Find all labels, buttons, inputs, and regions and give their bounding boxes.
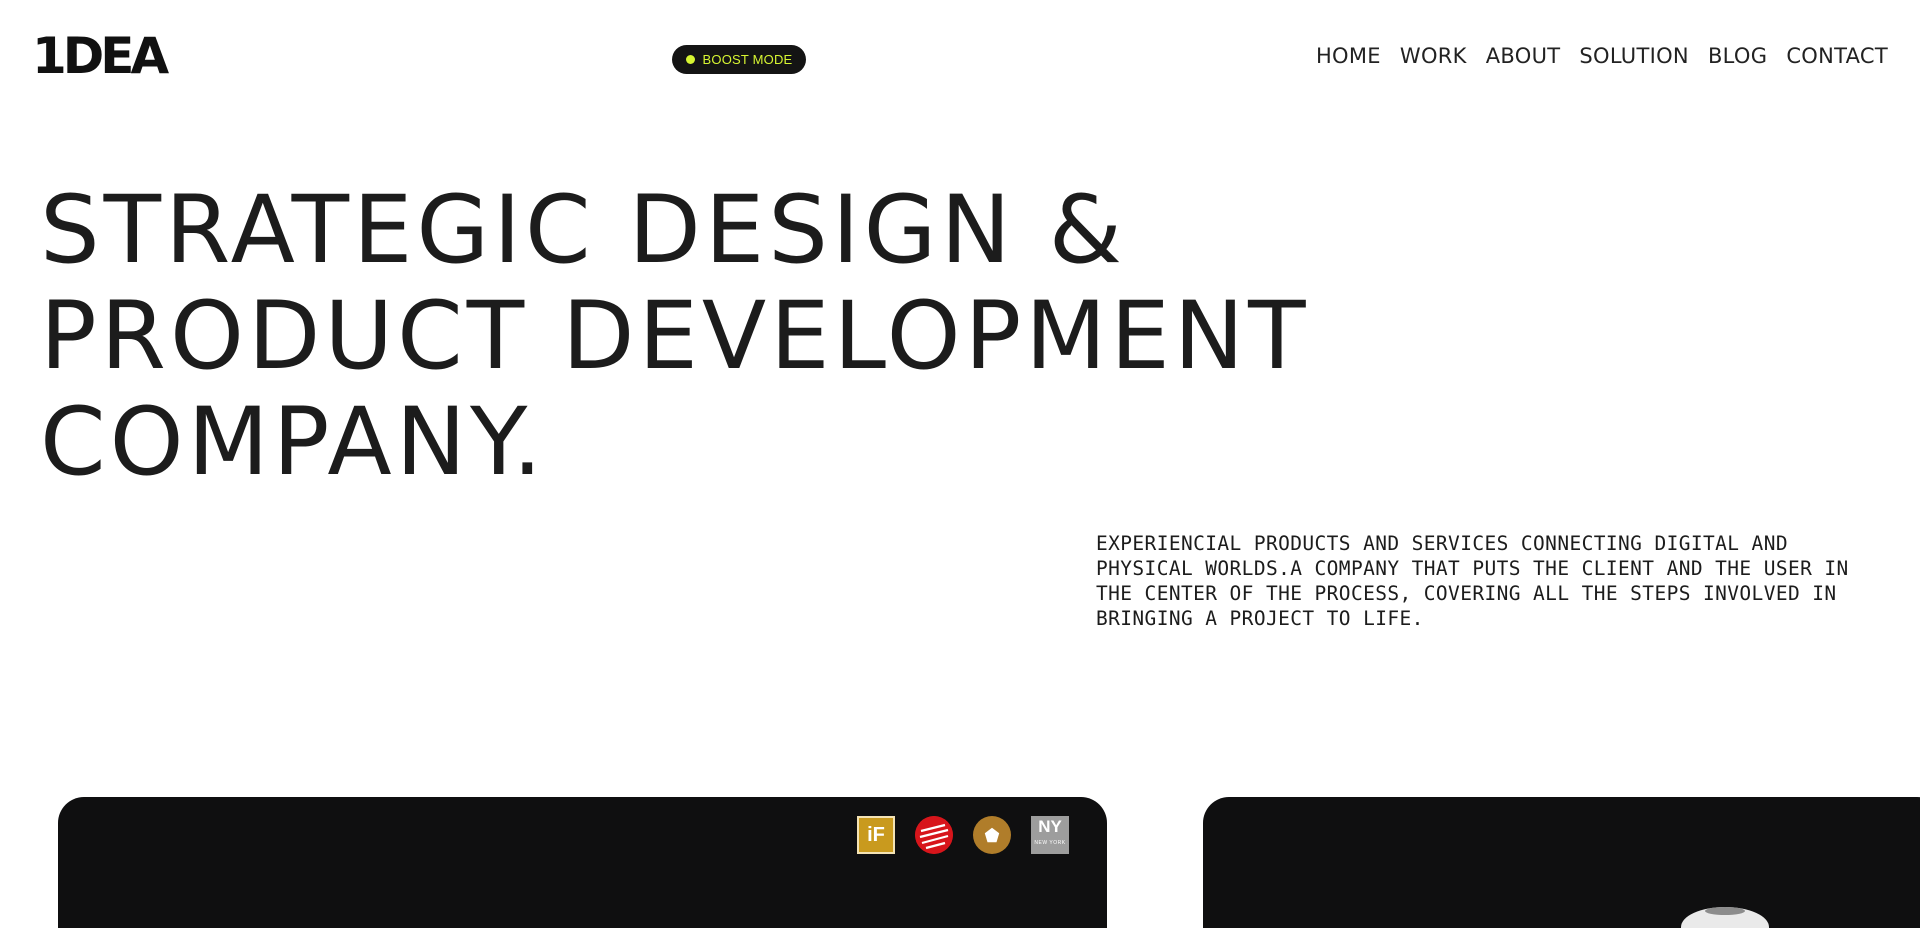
site-logo[interactable]: 1DEA: [32, 31, 169, 81]
ny-award-icon: NY NEW YORK: [1031, 816, 1069, 854]
product-image-detail: [1705, 907, 1745, 915]
red-dot-award-icon: [915, 816, 953, 854]
nav-link-blog[interactable]: BLOG: [1708, 44, 1767, 68]
project-card[interactable]: iF NY NEW YORK: [58, 797, 1107, 928]
boost-mode-toggle[interactable]: BOOST MODE: [672, 45, 806, 74]
hero-description: EXPERIENCIAL PRODUCTS AND SERVICES CONNE…: [1096, 532, 1849, 630]
nav-link-about[interactable]: ABOUT: [1486, 44, 1561, 68]
boost-mode-label: BOOST MODE: [702, 52, 793, 67]
hero-title-line: COMPANY.: [40, 388, 547, 497]
nav-link-home[interactable]: HOME: [1316, 44, 1381, 68]
nav-link-work[interactable]: WORK: [1400, 44, 1467, 68]
award-badges: iF NY NEW YORK: [857, 816, 1069, 854]
hero-title-line: STRATEGIC DESIGN &: [40, 176, 1126, 285]
nav-link-contact[interactable]: CONTACT: [1786, 44, 1888, 68]
project-card[interactable]: [1203, 797, 1920, 928]
product-image: [1681, 907, 1769, 928]
nav-link-solution[interactable]: SOLUTION: [1579, 44, 1689, 68]
hero-title-line: PRODUCT DEVELOPMENT: [40, 282, 1310, 391]
hero-title: STRATEGIC DESIGN & PRODUCT DEVELOPMENT C…: [40, 178, 1310, 496]
status-dot-icon: [685, 55, 695, 64]
ny-award-sublabel: NEW YORK: [1034, 840, 1066, 846]
gold-pentagon-award-icon: [973, 816, 1011, 854]
if-award-icon: iF: [857, 816, 895, 854]
main-nav: HOME WORK ABOUT SOLUTION BLOG CONTACT: [1316, 44, 1888, 68]
ny-award-label: NY: [1038, 817, 1062, 836]
